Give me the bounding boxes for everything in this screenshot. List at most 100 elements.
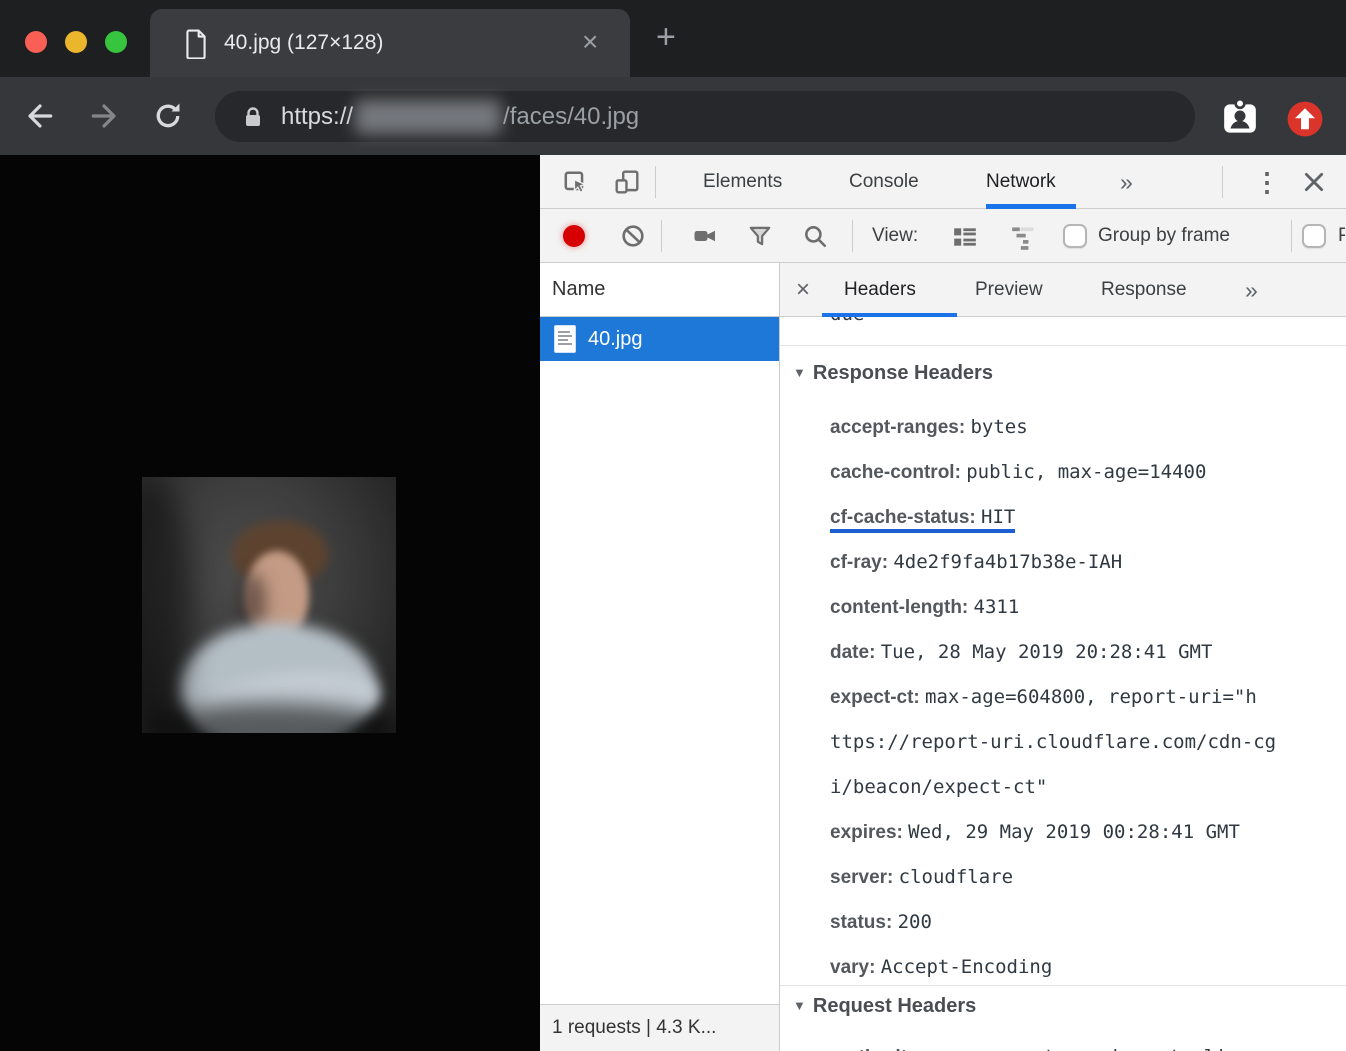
browser-tab[interactable]: 40.jpg (127×128) × bbox=[150, 9, 630, 77]
name-column-label: Name bbox=[552, 278, 605, 300]
view-label: View: bbox=[872, 209, 918, 263]
tab-console[interactable]: Console bbox=[849, 155, 919, 209]
address-bar[interactable]: https:// /faces/40.jpg bbox=[215, 91, 1195, 142]
header-row: content-length: 4311 bbox=[830, 585, 1342, 630]
group-by-frame-checkbox[interactable] bbox=[1063, 224, 1087, 248]
record-button[interactable] bbox=[563, 225, 585, 247]
disclosure-triangle-icon: ▼ bbox=[793, 998, 806, 1013]
file-icon bbox=[554, 325, 576, 353]
header-row: cf-cache-status: HIT bbox=[830, 495, 1342, 540]
header-value: bytes bbox=[970, 416, 1027, 438]
header-name: vary: bbox=[830, 957, 875, 978]
tab-preview[interactable]: Preview bbox=[975, 263, 1043, 317]
tab-close-icon[interactable]: × bbox=[582, 9, 598, 77]
header-row: expires: Wed, 29 May 2019 00:28:41 GMT bbox=[830, 810, 1342, 855]
header-value: public, max-age=14400 bbox=[966, 461, 1206, 483]
request-details-panel: × Headers Preview Response » due ▼Respon… bbox=[780, 263, 1346, 1051]
header-value: i/beacon/expect-ct" bbox=[830, 776, 1047, 798]
header-name: accept-ranges: bbox=[830, 417, 965, 438]
preserve-log-checkbox[interactable] bbox=[1302, 224, 1326, 248]
requests-summary-bar: 1 requests | 4.3 K... bbox=[540, 1004, 779, 1051]
header-value: Wed, 29 May 2019 00:28:41 GMT bbox=[908, 821, 1240, 843]
header-row: status: 200 bbox=[830, 900, 1342, 945]
portrait-photo bbox=[142, 477, 396, 733]
group-by-frame-label[interactable]: Group by frame bbox=[1098, 209, 1230, 263]
kebab-menu-icon[interactable]: ⋮ bbox=[1254, 155, 1280, 209]
tab-headers[interactable]: Headers bbox=[844, 263, 916, 317]
header-name: expect-ct: bbox=[830, 687, 920, 708]
header-value: 4de2f9fa4b17b38e-IAH bbox=[893, 551, 1122, 573]
header-name: cf-ray: bbox=[830, 552, 888, 573]
header-name: expires: bbox=[830, 822, 903, 843]
header-value: ttps://report-uri.cloudflare.com/cdn-cg bbox=[830, 731, 1276, 753]
request-name: 40.jpg bbox=[588, 317, 643, 361]
window-minimize-button[interactable] bbox=[65, 31, 87, 53]
filter-icon[interactable] bbox=[747, 223, 773, 249]
lock-icon[interactable] bbox=[241, 104, 265, 130]
request-headers-section-title[interactable]: ▼Request Headers bbox=[793, 995, 976, 1018]
forward-icon[interactable] bbox=[88, 100, 120, 132]
devtools-panel: Elements Console Network » ⋮ bbox=[540, 155, 1346, 1051]
requests-summary: 1 requests | 4.3 K... bbox=[552, 1017, 716, 1038]
profile-icon[interactable] bbox=[1220, 94, 1260, 138]
details-tabbar: × Headers Preview Response » bbox=[780, 263, 1346, 317]
request-row-selected[interactable]: 40.jpg bbox=[540, 317, 779, 361]
header-value: HIT bbox=[981, 506, 1015, 528]
name-column-header[interactable]: Name bbox=[540, 263, 779, 317]
browser-toolbar: https:// /faces/40.jpg bbox=[0, 77, 1346, 155]
more-detail-tabs-icon[interactable]: » bbox=[1245, 263, 1258, 317]
inspect-element-icon[interactable] bbox=[562, 169, 588, 195]
url-domain-redacted bbox=[355, 100, 501, 134]
clear-icon[interactable] bbox=[620, 223, 646, 249]
close-devtools-icon[interactable] bbox=[1302, 170, 1326, 194]
url-scheme: https:// bbox=[281, 103, 353, 131]
tab-title: 40.jpg (127×128) bbox=[224, 9, 383, 77]
header-name: status: bbox=[830, 912, 892, 933]
tab-elements[interactable]: Elements bbox=[703, 155, 782, 209]
tab-network[interactable]: Network bbox=[986, 155, 1056, 209]
large-request-rows-icon[interactable] bbox=[952, 224, 978, 250]
header-row: date: Tue, 28 May 2019 20:28:41 GMT bbox=[830, 630, 1342, 675]
reload-icon[interactable] bbox=[152, 100, 184, 132]
show-overview-icon[interactable] bbox=[1010, 224, 1036, 250]
header-row: cf-ray: 4de2f9fa4b17b38e-IAH bbox=[830, 540, 1342, 585]
page-viewport bbox=[0, 155, 540, 1051]
search-icon[interactable] bbox=[802, 223, 828, 249]
titlebar: 40.jpg (127×128) × + bbox=[0, 0, 1346, 77]
tab-response[interactable]: Response bbox=[1101, 263, 1187, 317]
separator bbox=[655, 166, 656, 198]
separator bbox=[1291, 220, 1292, 252]
page-favicon-icon bbox=[183, 29, 209, 59]
back-icon[interactable] bbox=[24, 100, 56, 132]
header-name: date: bbox=[830, 642, 875, 663]
header-value: 4311 bbox=[974, 596, 1020, 618]
capture-screenshots-icon[interactable] bbox=[690, 224, 720, 248]
device-toolbar-icon[interactable] bbox=[614, 169, 640, 195]
header-row: vary: Accept-Encoding bbox=[830, 945, 1342, 990]
extension-update-icon[interactable] bbox=[1286, 100, 1324, 138]
response-headers-list: accept-ranges: bytescache-control: publi… bbox=[830, 405, 1342, 990]
url-path: /faces/40.jpg bbox=[503, 103, 639, 131]
disclosure-triangle-icon: ▼ bbox=[793, 365, 806, 380]
header-value: 200 bbox=[898, 911, 932, 933]
more-tabs-icon[interactable]: » bbox=[1120, 155, 1133, 209]
header-value: cloudflare bbox=[899, 866, 1013, 888]
close-details-icon[interactable]: × bbox=[796, 263, 810, 317]
header-name: server: bbox=[830, 867, 893, 888]
window-zoom-button[interactable] bbox=[105, 31, 127, 53]
section-divider bbox=[780, 345, 1346, 346]
clipped-request-header-row: :authority: serve-assets-workers-toolin bbox=[830, 1042, 1342, 1051]
window-close-button[interactable] bbox=[25, 31, 47, 53]
header-value: max-age=604800, report-uri="h bbox=[925, 686, 1257, 708]
browser-window: 40.jpg (127×128) × + https:// /faces/40.… bbox=[0, 0, 1346, 1051]
header-name: content-length: bbox=[830, 597, 968, 618]
scrolled-text-fragment: due bbox=[830, 317, 1030, 327]
header-value: Accept-Encoding bbox=[881, 956, 1053, 978]
requests-panel: Name 40.jpg 1 requests | 4.3 K... bbox=[540, 263, 780, 1051]
clipped-checkbox-label: P bbox=[1338, 209, 1345, 263]
response-headers-section-title[interactable]: ▼Response Headers bbox=[793, 362, 993, 385]
new-tab-button[interactable]: + bbox=[656, 0, 676, 77]
network-toolbar: View: Group by frame P bbox=[540, 209, 1346, 263]
section-divider bbox=[780, 985, 1346, 986]
header-row: expect-ct: max-age=604800, report-uri="h… bbox=[830, 675, 1342, 810]
